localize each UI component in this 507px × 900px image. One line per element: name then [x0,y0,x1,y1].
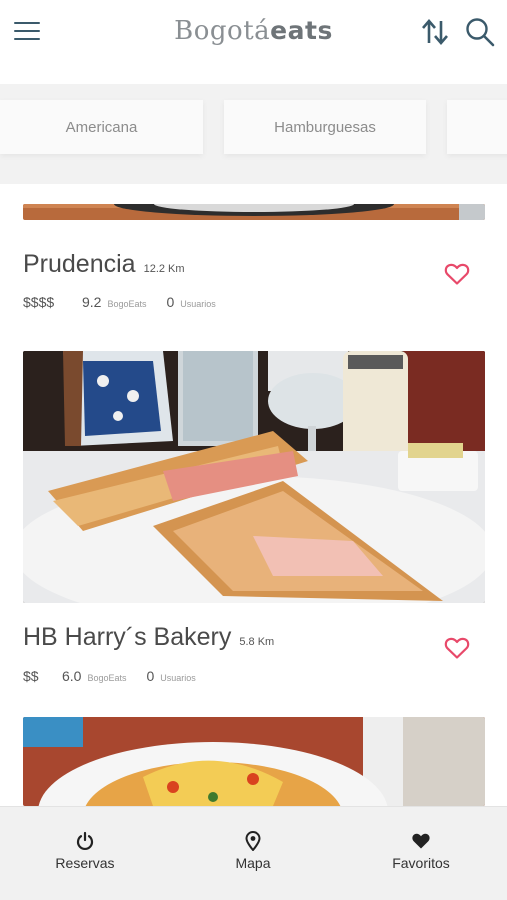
map-pin-icon [245,831,261,851]
category-chip-hamburguesas[interactable]: Hamburguesas [224,100,426,154]
price-level: $$$$ [23,294,55,310]
favorite-heart-icon[interactable] [444,636,470,660]
rating-value: 6.0 [62,668,82,684]
restaurant-photo-image [23,204,485,220]
restaurant-title-row[interactable]: Prudencia 12.2 Km [23,250,185,279]
logo-text-bold: eats [270,16,333,45]
rating-value: 9.2 [82,294,102,310]
nav-reservas[interactable]: Reservas [25,831,145,873]
restaurant-meta: $$ 6.0 BogoEats 0 Usuarios [23,668,196,684]
restaurant-name[interactable]: HB Harry´s Bakery [23,623,231,652]
restaurant-photo-image [23,351,485,603]
restaurant-photo-image [23,717,485,806]
logo-text-light: Bogotá [174,16,271,46]
power-icon [76,831,94,850]
restaurant-photo[interactable] [23,204,485,220]
user-rating-count: 0 [166,294,175,310]
favorite-heart-icon[interactable] [444,262,470,286]
rating-source: BogoEats [107,299,147,309]
user-rating-label: Usuarios [160,673,196,683]
category-chip-americana[interactable]: Americana [0,100,203,154]
bottom-navigation: Reservas Mapa Favoritos [0,806,507,900]
restaurant-title-row[interactable]: HB Harry´s Bakery 5.8 Km [23,623,274,652]
category-label: Americana [65,118,138,136]
restaurant-photo[interactable] [23,717,485,806]
price-level: $$ [23,668,39,684]
restaurant-photo[interactable] [23,351,485,603]
nav-mapa[interactable]: Mapa [193,831,313,873]
search-button[interactable] [464,16,496,48]
heart-icon [412,833,430,849]
restaurant-feed[interactable]: Prudencia 12.2 Km $$$$ 9.2 BogoEats 0 Us… [0,184,507,806]
category-strip[interactable]: Americana Hamburguesas [0,84,507,184]
restaurant-distance: 5.8 Km [239,636,275,648]
nav-label: Reservas [55,855,115,871]
restaurant-name[interactable]: Prudencia [23,250,136,279]
nav-label: Favoritos [392,855,450,871]
nav-label: Mapa [235,855,271,871]
restaurant-meta: $$$$ 9.2 BogoEats 0 Usuarios [23,294,216,310]
nav-favoritos[interactable]: Favoritos [361,831,481,873]
app-header: Bogotáeats [0,0,507,68]
sort-button[interactable] [420,18,450,46]
category-chip-next[interactable] [447,100,507,154]
user-rating-label: Usuarios [180,299,216,309]
sort-arrows-icon [422,19,448,45]
search-icon [466,18,495,47]
rating-source: BogoEats [87,673,127,683]
category-label: Hamburguesas [274,118,376,136]
restaurant-distance: 12.2 Km [143,263,185,275]
user-rating-count: 0 [146,668,155,684]
